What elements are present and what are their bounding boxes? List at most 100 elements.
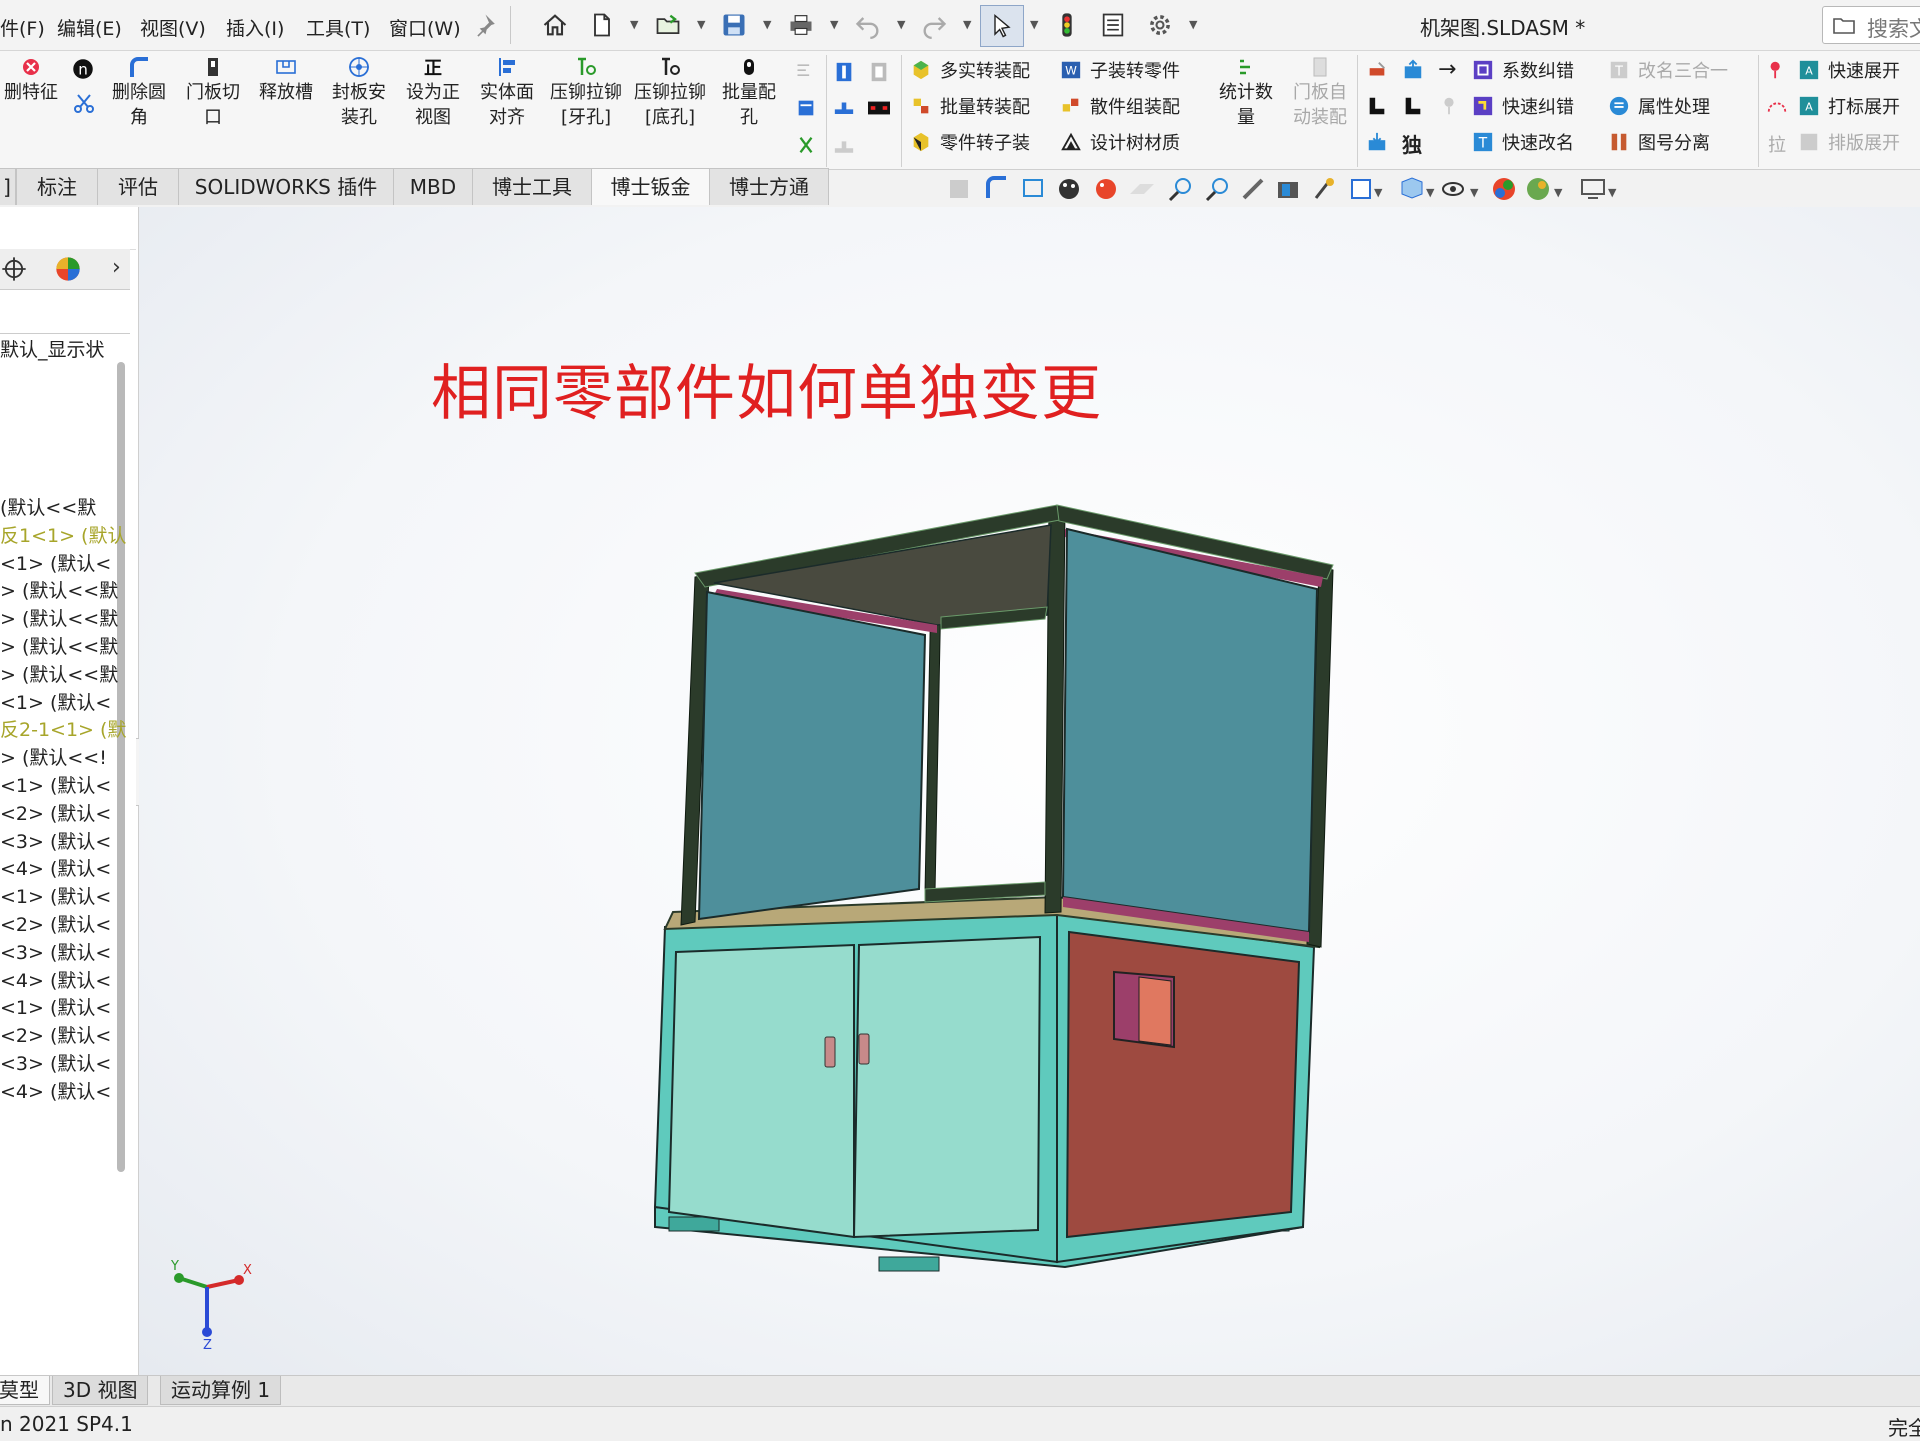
hide-lines-icon[interactable] — [1130, 184, 1154, 194]
disabled-pin-icon[interactable] — [1438, 95, 1460, 121]
view-dropdown-icon[interactable]: ▼ — [1426, 186, 1435, 199]
profile-disabled-icon[interactable] — [833, 134, 855, 160]
tree-component-item[interactable]: > (默认<<默 — [0, 632, 118, 659]
side-panel[interactable] — [1065, 930, 1301, 1239]
red-part-icon[interactable] — [1366, 59, 1388, 85]
delete-feature-button[interactable]: 删特征 — [0, 55, 62, 105]
tree-filter-field[interactable] — [0, 291, 130, 334]
tree-component-item[interactable]: <1> (默认< — [0, 993, 111, 1020]
import-blue-icon[interactable] — [1366, 131, 1388, 157]
batch-to-assembly-button[interactable]: 批量转装配 — [910, 91, 1030, 121]
black-l-icon[interactable] — [1366, 95, 1388, 121]
realview-icon[interactable] — [1527, 178, 1549, 200]
red-pin-icon[interactable] — [1766, 59, 1788, 85]
door-handle-left[interactable] — [824, 1036, 836, 1068]
tree-component-item[interactable]: > (默认<<默 — [0, 604, 118, 631]
export-blue-icon[interactable] — [1402, 59, 1424, 85]
open-dropdown-icon[interactable]: ▼ — [697, 18, 705, 31]
zoom-selection-icon[interactable] — [1205, 178, 1228, 202]
tree-component-item[interactable]: <4> (默认< — [0, 854, 111, 881]
scissors-icon[interactable] — [72, 91, 96, 119]
tree-component-item[interactable]: <1> (默认< — [0, 882, 111, 909]
tab-evaluate[interactable]: 评估 — [97, 168, 179, 205]
appearance-icon[interactable] — [1059, 179, 1079, 199]
green-cut-icon[interactable] — [795, 134, 817, 160]
foot-front-left[interactable] — [668, 1216, 720, 1232]
upper-left-panel[interactable] — [697, 590, 927, 921]
edit-appearance-icon[interactable] — [1314, 178, 1334, 199]
quick-rename-button[interactable]: T 快速改名 — [1472, 127, 1574, 157]
realview-dropdown-icon[interactable]: ▼ — [1554, 186, 1563, 199]
chevron-right-icon[interactable]: › — [112, 255, 121, 280]
relief-slot-button[interactable]: 释放槽 — [254, 55, 318, 105]
subassembly-to-part-button[interactable]: W 子装转零件 — [1060, 55, 1180, 85]
select-pointer-icon[interactable] — [980, 5, 1024, 47]
display-state-item[interactable]: 默认_显示状 — [0, 335, 105, 362]
new-document-icon[interactable] — [586, 9, 618, 41]
tab-doctor-tools[interactable]: 博士工具 — [472, 168, 592, 205]
new-dropdown-icon[interactable]: ▼ — [630, 18, 638, 31]
loose-parts-assembly-button[interactable]: 散件组装配 — [1060, 91, 1180, 121]
multi-body-to-assembly-button[interactable]: 多实转装配 — [910, 55, 1030, 85]
tree-component-item[interactable]: 反2-1<1> (默 — [0, 715, 126, 742]
tree-component-item[interactable]: > (默认<<默 — [0, 660, 118, 687]
graphics-viewport[interactable]: 相同零部件如何单独变更 Y X Z — [139, 207, 1920, 1375]
monitor-icon[interactable] — [1581, 179, 1605, 199]
tree-component-item[interactable]: 反1<1> (默认 — [0, 521, 126, 548]
foot-front-center[interactable] — [878, 1256, 940, 1272]
zoom-area-icon[interactable] — [1168, 178, 1191, 202]
tree-component-item[interactable]: (默认<<默 — [0, 493, 96, 520]
axis-triad[interactable]: Y X Z — [159, 1252, 259, 1352]
coefficient-fix-button[interactable]: 系数纠错 — [1472, 55, 1574, 85]
view-cube-icon[interactable] — [1401, 177, 1423, 199]
face-align-button[interactable]: 实体面对齐 — [474, 55, 540, 130]
file-properties-icon[interactable] — [1097, 9, 1129, 41]
layout-unfold-button[interactable]: 排版展开 — [1798, 127, 1900, 157]
hide-show-icon[interactable] — [1442, 182, 1464, 196]
quick-unfold-button[interactable]: A 快速展开 — [1798, 55, 1900, 85]
normal-view-button[interactable]: 正 设为正视图 — [400, 55, 466, 130]
rebuild-icon[interactable] — [1051, 9, 1083, 41]
tab-motion-study[interactable]: 运动算例 1 — [160, 1376, 282, 1405]
redo-icon[interactable] — [918, 9, 950, 41]
tab-partial[interactable]: ] — [0, 168, 16, 205]
measure-icon[interactable] — [1242, 178, 1264, 200]
mark-unfold-button[interactable]: A 打标展开 — [1798, 91, 1900, 121]
tab-doctor-tube[interactable]: 博士方通 — [709, 168, 829, 205]
menu-file[interactable]: 件(F) — [0, 14, 45, 41]
print-dropdown-icon[interactable]: ▼ — [830, 18, 838, 31]
align-left-icon[interactable] — [795, 61, 815, 85]
tree-component-item[interactable]: <1> (默认< — [0, 549, 111, 576]
save-icon[interactable] — [718, 9, 750, 41]
pull-label[interactable]: 拉 — [1768, 131, 1786, 157]
open-folder-icon[interactable] — [652, 9, 684, 41]
profile-t-icon[interactable] — [833, 97, 855, 123]
tree-component-item[interactable]: > (默认<<! — [0, 743, 107, 770]
door-handle-right[interactable] — [858, 1033, 870, 1065]
menu-edit[interactable]: 编辑(E) — [57, 14, 122, 41]
print-icon[interactable] — [785, 9, 817, 41]
knife-icon[interactable]: n — [70, 56, 96, 86]
view-orientation-icon[interactable] — [986, 176, 1006, 198]
home-icon[interactable] — [539, 9, 571, 41]
quick-fix-button[interactable]: 快速纠错 — [1472, 91, 1574, 121]
tree-component-item[interactable]: <3> (默认< — [0, 827, 111, 854]
menu-window[interactable]: 窗口(W) — [389, 14, 461, 41]
search-input[interactable]: 搜索文 — [1822, 6, 1920, 44]
menu-insert[interactable]: 插入(I) — [226, 14, 284, 41]
section-view-icon[interactable] — [950, 180, 968, 198]
mount-hole-button[interactable]: 封板安装孔 — [326, 55, 392, 130]
rename-three-in-one-button[interactable]: T 改名三合一 — [1608, 55, 1728, 85]
scene-icon[interactable] — [1096, 179, 1116, 199]
drawing-number-split-button[interactable]: 图号分离 — [1608, 127, 1710, 157]
red-arc-icon[interactable] — [1766, 97, 1788, 123]
tree-material-button[interactable]: 设计树材质 — [1060, 127, 1180, 157]
tree-component-item[interactable]: <2> (默认< — [0, 799, 111, 826]
batch-hole-button[interactable]: 批量配孔 — [716, 55, 782, 130]
undo-dropdown-icon[interactable]: ▼ — [897, 18, 905, 31]
profile-o-icon[interactable] — [868, 61, 890, 87]
select-dropdown-icon[interactable]: ▼ — [1030, 18, 1038, 31]
tab-solidworks-addins[interactable]: SOLIDWORKS 插件 — [178, 168, 394, 205]
redo-dropdown-icon[interactable]: ▼ — [963, 18, 971, 31]
tab-doctor-sheetmetal[interactable]: 博士钣金 — [591, 168, 710, 205]
